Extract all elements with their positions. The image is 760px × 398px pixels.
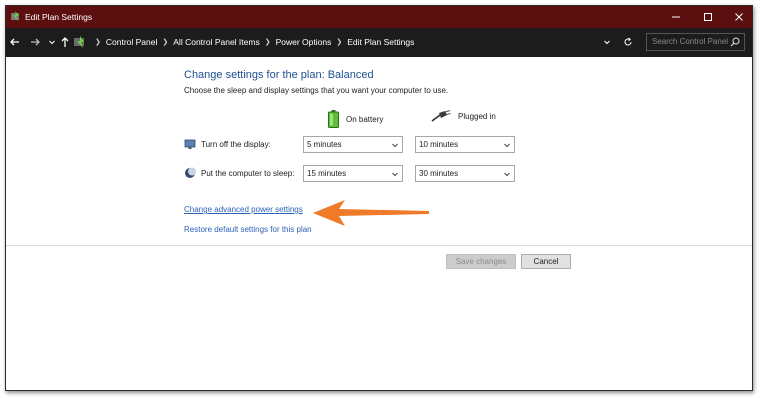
arrow-left-icon (10, 38, 19, 46)
sleep-on-battery-value: 15 minutes (307, 169, 347, 178)
breadcrumb-control-panel[interactable]: Control Panel (106, 37, 158, 47)
forward-button[interactable] (28, 35, 42, 49)
sleep-on-battery-select[interactable]: 15 minutes (303, 165, 403, 182)
close-icon (735, 13, 743, 21)
breadcrumb-edit-plan-settings[interactable]: Edit Plan Settings (347, 37, 414, 47)
control-panel-icon (74, 36, 84, 48)
breadcrumb-power-options[interactable]: Power Options (276, 37, 332, 47)
minimize-icon (672, 16, 680, 18)
address-dropdown-button[interactable] (600, 35, 614, 49)
title-bar: Edit Plan Settings (6, 6, 752, 28)
restore-defaults-link[interactable]: Restore default settings for this plan (184, 225, 312, 234)
save-changes-button[interactable]: Save changes (446, 254, 516, 269)
plugged-in-column-header: Plugged in (431, 110, 496, 122)
search-icon (730, 37, 740, 47)
on-battery-column-header: On battery (328, 110, 383, 128)
page-title: Change settings for the plan: Balanced (184, 69, 374, 81)
moon-icon (185, 167, 196, 178)
back-button[interactable] (8, 35, 22, 49)
search-placeholder: Search Control Panel (652, 37, 729, 46)
change-advanced-settings-link[interactable]: Change advanced power settings (184, 205, 303, 214)
maximize-button[interactable] (693, 6, 723, 28)
battery-icon (328, 110, 339, 128)
minimize-button[interactable] (661, 6, 691, 28)
chevron-down-icon (392, 172, 398, 177)
breadcrumb: ❯ Control Panel ❯ All Control Panel Item… (90, 37, 414, 47)
footer-divider (6, 245, 752, 246)
annotation-arrow-icon (313, 200, 429, 226)
plugged-in-label: Plugged in (458, 111, 496, 121)
monitor-icon (184, 139, 196, 149)
address-bar: ❯ Control Panel ❯ All Control Panel Item… (6, 28, 752, 57)
cancel-button[interactable]: Cancel (521, 254, 571, 269)
sleep-plugged-in-value: 30 minutes (419, 169, 459, 178)
turn-off-display-row-label: Turn off the display: (184, 138, 271, 150)
chevron-down-icon (604, 40, 610, 45)
close-button[interactable] (724, 6, 752, 28)
chevron-down-icon (504, 172, 510, 177)
edit-plan-settings-window: Edit Plan Settings ❯ Control Panel ❯ All… (5, 5, 753, 391)
plug-icon (431, 110, 451, 122)
window-title: Edit Plan Settings (25, 12, 93, 22)
on-battery-label: On battery (346, 114, 384, 124)
turn-off-display-label: Turn off the display: (201, 139, 271, 149)
display-plugged-in-value: 10 minutes (419, 140, 459, 149)
arrow-right-icon (31, 38, 40, 46)
breadcrumb-separator-icon[interactable]: ❯ (336, 38, 342, 46)
arrow-up-icon (61, 37, 69, 47)
refresh-button[interactable] (621, 35, 635, 49)
page-subtitle: Choose the sleep and display settings th… (184, 86, 449, 95)
breadcrumb-separator-icon[interactable]: ❯ (265, 38, 271, 46)
breadcrumb-separator-icon[interactable]: ❯ (162, 38, 168, 46)
sleep-plugged-in-select[interactable]: 30 minutes (415, 165, 515, 182)
display-on-battery-select[interactable]: 5 minutes (303, 136, 403, 153)
chevron-down-icon (504, 143, 510, 148)
search-input[interactable]: Search Control Panel (646, 33, 745, 51)
breadcrumb-separator-icon: ❯ (95, 39, 101, 46)
breadcrumb-all-items[interactable]: All Control Panel Items (173, 37, 259, 47)
up-button[interactable] (58, 35, 72, 49)
display-on-battery-value: 5 minutes (307, 140, 342, 149)
chevron-down-icon (49, 40, 55, 45)
power-options-icon (11, 11, 19, 21)
recent-locations-button[interactable] (45, 35, 59, 49)
sleep-row-label: Put the computer to sleep: (184, 167, 294, 179)
sleep-label: Put the computer to sleep: (201, 168, 295, 178)
maximize-icon (704, 13, 712, 21)
display-plugged-in-select[interactable]: 10 minutes (415, 136, 515, 153)
chevron-down-icon (392, 143, 398, 148)
refresh-icon (624, 37, 632, 46)
